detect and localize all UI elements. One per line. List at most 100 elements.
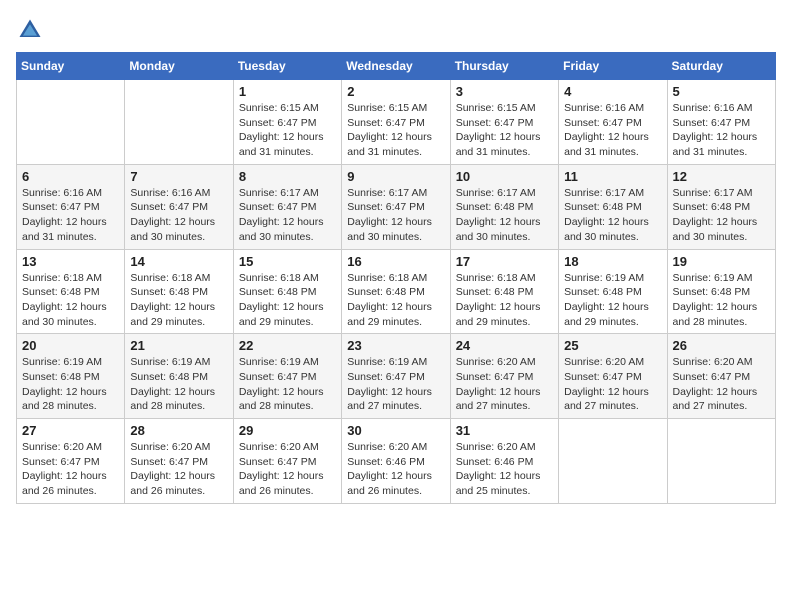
day-info: Sunrise: 6:20 AM Sunset: 6:47 PM Dayligh…	[456, 355, 553, 414]
day-info: Sunrise: 6:18 AM Sunset: 6:48 PM Dayligh…	[130, 271, 227, 330]
day-info: Sunrise: 6:19 AM Sunset: 6:48 PM Dayligh…	[564, 271, 661, 330]
calendar-cell: 11Sunrise: 6:17 AM Sunset: 6:48 PM Dayli…	[559, 164, 667, 249]
day-info: Sunrise: 6:16 AM Sunset: 6:47 PM Dayligh…	[22, 186, 119, 245]
day-info: Sunrise: 6:18 AM Sunset: 6:48 PM Dayligh…	[239, 271, 336, 330]
calendar-cell: 30 Sunrise: 6:20 AM Sunset: 6:46 PM Dayli…	[342, 419, 450, 504]
calendar-cell: 10 Sunrise: 6:17 AM Sunset: 6:48 PM Dayli…	[450, 164, 558, 249]
day-number: 6	[22, 169, 119, 184]
calendar-week-row: 13 Sunrise: 6:18 AM Sunset: 6:48 PM Dayli…	[17, 249, 776, 334]
calendar-cell: 12 Sunrise: 6:17 AM Sunset: 6:48 PM Dayli…	[667, 164, 775, 249]
calendar: SundayMondayTuesdayWednesdayThursdayFrid…	[16, 52, 776, 504]
calendar-cell: 5 Sunrise: 6:16 AM Sunset: 6:47 PM Daylig…	[667, 80, 775, 165]
day-info: Sunrise: 6:18 AM Sunset: 6:48 PM Dayligh…	[22, 271, 119, 330]
day-info: Sunrise: 6:15 AM Sunset: 6:47 PM Dayligh…	[347, 101, 444, 160]
calendar-cell: 29 Sunrise: 6:20 AM Sunset: 6:47 PM Dayli…	[233, 419, 341, 504]
day-number: 13	[22, 254, 119, 269]
weekday-header-row: SundayMondayTuesdayWednesdayThursdayFrid…	[17, 53, 776, 80]
calendar-cell	[667, 419, 775, 504]
day-info: Sunrise: 6:18 AM Sunset: 6:48 PM Dayligh…	[456, 271, 553, 330]
day-number: 28	[130, 423, 227, 438]
day-info: Sunrise: 6:19 AM Sunset: 6:48 PM Dayligh…	[130, 355, 227, 414]
day-number: 18	[564, 254, 661, 269]
day-info: Sunrise: 6:17 AM Sunset: 6:48 PM Dayligh…	[456, 186, 553, 245]
calendar-cell	[559, 419, 667, 504]
day-number: 16	[347, 254, 444, 269]
day-number: 7	[130, 169, 227, 184]
day-info: Sunrise: 6:16 AM Sunset: 6:47 PM Dayligh…	[564, 101, 661, 160]
calendar-cell	[125, 80, 233, 165]
day-info: Sunrise: 6:19 AM Sunset: 6:47 PM Dayligh…	[239, 355, 336, 414]
day-info: Sunrise: 6:19 AM Sunset: 6:47 PM Dayligh…	[347, 355, 444, 414]
day-number: 30	[347, 423, 444, 438]
day-number: 31	[456, 423, 553, 438]
day-number: 10	[456, 169, 553, 184]
day-number: 2	[347, 84, 444, 99]
day-info: Sunrise: 6:17 AM Sunset: 6:48 PM Dayligh…	[673, 186, 770, 245]
day-number: 27	[22, 423, 119, 438]
calendar-cell: 22 Sunrise: 6:19 AM Sunset: 6:47 PM Dayli…	[233, 334, 341, 419]
calendar-cell: 4 Sunrise: 6:16 AM Sunset: 6:47 PM Daylig…	[559, 80, 667, 165]
logo	[16, 16, 48, 44]
calendar-cell: 26 Sunrise: 6:20 AM Sunset: 6:47 PM Dayli…	[667, 334, 775, 419]
day-number: 21	[130, 338, 227, 353]
calendar-cell: 17Sunrise: 6:18 AM Sunset: 6:48 PM Dayli…	[450, 249, 558, 334]
calendar-cell: 28Sunrise: 6:20 AM Sunset: 6:47 PM Dayli…	[125, 419, 233, 504]
day-number: 29	[239, 423, 336, 438]
calendar-cell: 3Sunrise: 6:15 AM Sunset: 6:47 PM Daylig…	[450, 80, 558, 165]
calendar-cell: 18 Sunrise: 6:19 AM Sunset: 6:48 PM Dayli…	[559, 249, 667, 334]
weekday-header: Thursday	[450, 53, 558, 80]
day-number: 14	[130, 254, 227, 269]
calendar-week-row: 6 Sunrise: 6:16 AM Sunset: 6:47 PM Daylig…	[17, 164, 776, 249]
calendar-cell: 9 Sunrise: 6:17 AM Sunset: 6:47 PM Daylig…	[342, 164, 450, 249]
calendar-cell: 20 Sunrise: 6:19 AM Sunset: 6:48 PM Dayli…	[17, 334, 125, 419]
calendar-cell: 25 Sunrise: 6:20 AM Sunset: 6:47 PM Dayli…	[559, 334, 667, 419]
calendar-cell: 23Sunrise: 6:19 AM Sunset: 6:47 PM Dayli…	[342, 334, 450, 419]
logo-icon	[16, 16, 44, 44]
day-info: Sunrise: 6:20 AM Sunset: 6:47 PM Dayligh…	[673, 355, 770, 414]
weekday-header: Saturday	[667, 53, 775, 80]
day-number: 11	[564, 169, 661, 184]
calendar-cell: 19 Sunrise: 6:19 AM Sunset: 6:48 PM Dayli…	[667, 249, 775, 334]
calendar-cell: 31 Sunrise: 6:20 AM Sunset: 6:46 PM Dayli…	[450, 419, 558, 504]
calendar-cell: 27 Sunrise: 6:20 AM Sunset: 6:47 PM Dayli…	[17, 419, 125, 504]
calendar-cell: 2 Sunrise: 6:15 AM Sunset: 6:47 PM Daylig…	[342, 80, 450, 165]
day-number: 25	[564, 338, 661, 353]
day-number: 3	[456, 84, 553, 99]
day-number: 22	[239, 338, 336, 353]
calendar-week-row: 27 Sunrise: 6:20 AM Sunset: 6:47 PM Dayli…	[17, 419, 776, 504]
day-info: Sunrise: 6:20 AM Sunset: 6:47 PM Dayligh…	[564, 355, 661, 414]
day-number: 19	[673, 254, 770, 269]
day-info: Sunrise: 6:19 AM Sunset: 6:48 PM Dayligh…	[22, 355, 119, 414]
day-number: 12	[673, 169, 770, 184]
day-info: Sunrise: 6:20 AM Sunset: 6:46 PM Dayligh…	[456, 440, 553, 499]
calendar-cell: 16Sunrise: 6:18 AM Sunset: 6:48 PM Dayli…	[342, 249, 450, 334]
calendar-cell: 14 Sunrise: 6:18 AM Sunset: 6:48 PM Dayli…	[125, 249, 233, 334]
day-info: Sunrise: 6:20 AM Sunset: 6:47 PM Dayligh…	[22, 440, 119, 499]
day-number: 26	[673, 338, 770, 353]
day-info: Sunrise: 6:17 AM Sunset: 6:47 PM Dayligh…	[347, 186, 444, 245]
weekday-header: Monday	[125, 53, 233, 80]
day-info: Sunrise: 6:20 AM Sunset: 6:47 PM Dayligh…	[239, 440, 336, 499]
calendar-cell: 24 Sunrise: 6:20 AM Sunset: 6:47 PM Dayli…	[450, 334, 558, 419]
calendar-cell: 1 Sunrise: 6:15 AM Sunset: 6:47 PM Daylig…	[233, 80, 341, 165]
page-header	[16, 16, 776, 44]
day-info: Sunrise: 6:16 AM Sunset: 6:47 PM Dayligh…	[673, 101, 770, 160]
calendar-cell: 13 Sunrise: 6:18 AM Sunset: 6:48 PM Dayli…	[17, 249, 125, 334]
weekday-header: Tuesday	[233, 53, 341, 80]
day-info: Sunrise: 6:15 AM Sunset: 6:47 PM Dayligh…	[239, 101, 336, 160]
calendar-cell: 7Sunrise: 6:16 AM Sunset: 6:47 PM Daylig…	[125, 164, 233, 249]
day-number: 9	[347, 169, 444, 184]
day-number: 4	[564, 84, 661, 99]
day-number: 8	[239, 169, 336, 184]
day-number: 1	[239, 84, 336, 99]
calendar-cell: 6 Sunrise: 6:16 AM Sunset: 6:47 PM Daylig…	[17, 164, 125, 249]
weekday-header: Sunday	[17, 53, 125, 80]
calendar-cell: 15Sunrise: 6:18 AM Sunset: 6:48 PM Dayli…	[233, 249, 341, 334]
day-number: 5	[673, 84, 770, 99]
day-number: 24	[456, 338, 553, 353]
day-number: 20	[22, 338, 119, 353]
calendar-week-row: 20 Sunrise: 6:19 AM Sunset: 6:48 PM Dayli…	[17, 334, 776, 419]
weekday-header: Wednesday	[342, 53, 450, 80]
day-info: Sunrise: 6:19 AM Sunset: 6:48 PM Dayligh…	[673, 271, 770, 330]
day-info: Sunrise: 6:20 AM Sunset: 6:46 PM Dayligh…	[347, 440, 444, 499]
